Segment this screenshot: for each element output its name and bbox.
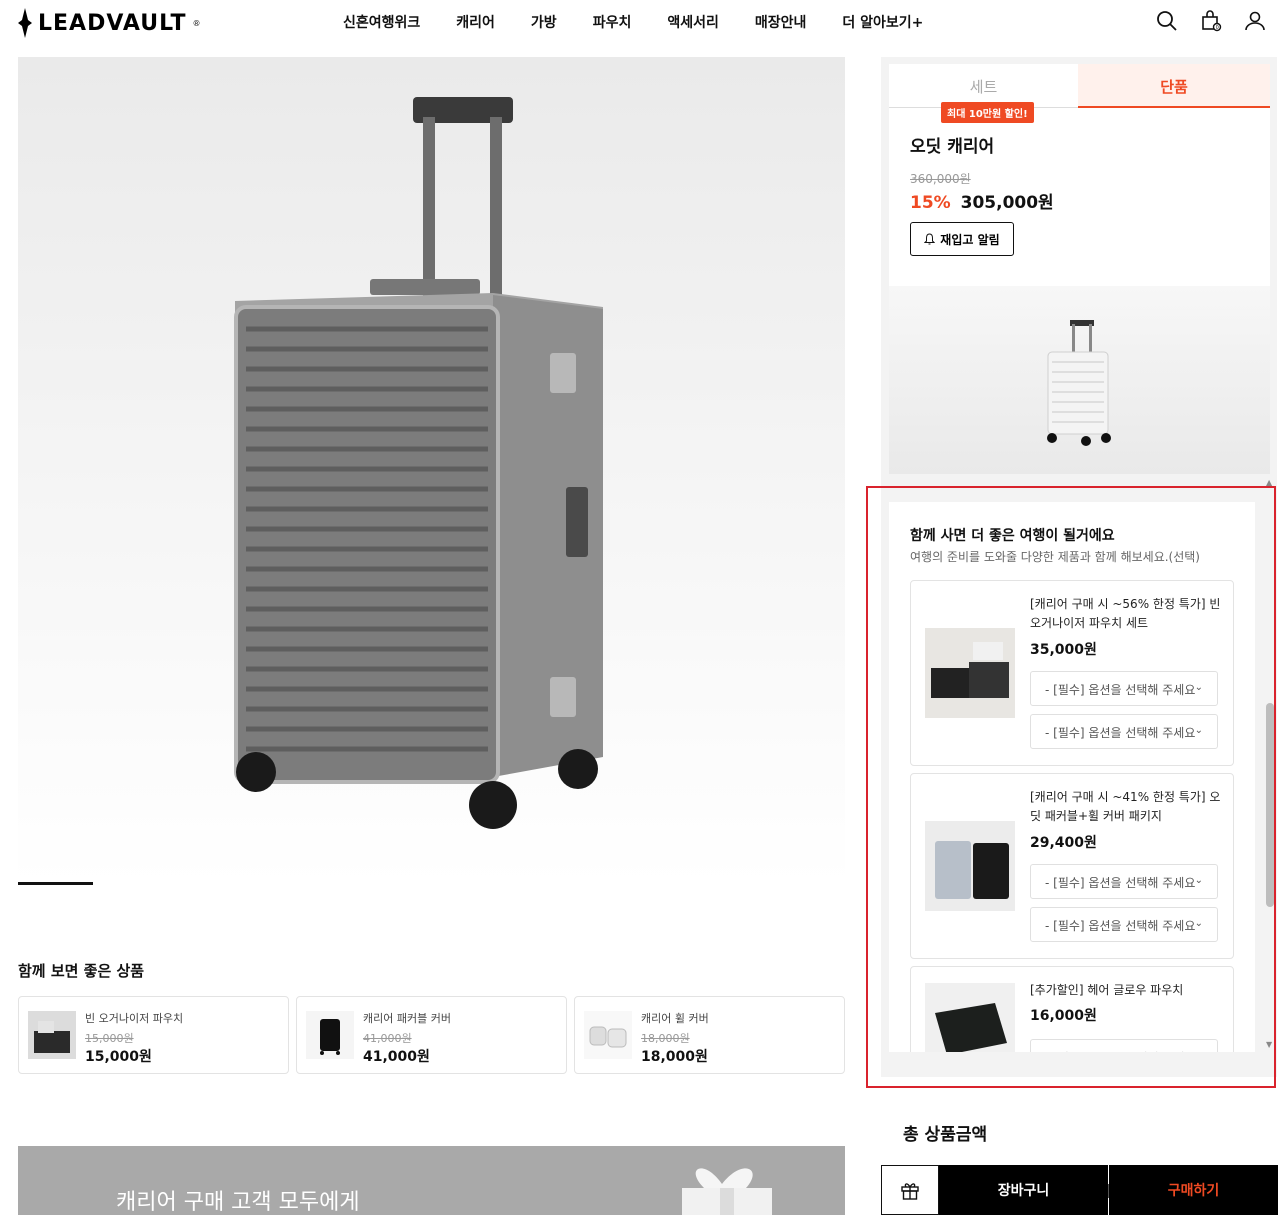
highlight-outline <box>866 486 1276 1088</box>
product-title: 오딧 캐리어 <box>910 137 995 157</box>
price-row: 15% 305,000원 <box>910 188 1054 213</box>
main-nav: 신혼여행위크 캐리어 가방 파우치 액세서리 매장안내 더 알아보기+ <box>343 12 959 32</box>
nav-item-more[interactable]: 더 알아보기+ <box>842 12 923 32</box>
discount-rate: 15% <box>910 193 951 213</box>
add-to-cart-button[interactable]: 장바구니 <box>939 1165 1108 1215</box>
sale-price: 18,000원 <box>641 1049 708 1065</box>
product-name: 캐리어 휠 커버 <box>641 1012 709 1025</box>
nav-item-honeymoon[interactable]: 신혼여행위크 <box>343 12 420 32</box>
tab-single[interactable]: 단품 <box>1078 64 1270 108</box>
header-icons: 0 <box>1156 10 1266 32</box>
nav-item-carrier[interactable]: 캐리어 <box>456 12 495 32</box>
cart-icon[interactable]: 0 <box>1200 10 1222 32</box>
related-product-card[interactable]: 빈 오거나이저 파우치 15,000원 15,000원 <box>18 996 289 1074</box>
gift-button[interactable] <box>881 1165 939 1215</box>
related-products-title: 함께 보면 좋은 상품 <box>18 962 145 980</box>
gift-icon <box>901 1183 919 1200</box>
product-name: 캐리어 패커블 커버 <box>363 1012 451 1025</box>
site-header: LEADVAULT ® 신혼여행위크 캐리어 가방 파우치 액세서리 매장안내 … <box>0 0 1278 44</box>
bell-icon <box>924 233 936 245</box>
gift-box-icon <box>682 1168 772 1215</box>
purchase-bar: 장바구니 구매하기 <box>881 1165 1278 1215</box>
promo-badge: 최대 10만원 할인! <box>941 102 1034 123</box>
nav-item-accessory[interactable]: 액세서리 <box>667 12 719 32</box>
suitcase-image <box>234 97 603 829</box>
nav-item-store[interactable]: 매장안내 <box>755 12 807 32</box>
logo[interactable]: LEADVAULT ® <box>18 8 200 38</box>
product-name: 빈 오거나이저 파우치 <box>85 1012 184 1025</box>
product-thumbnail <box>28 1011 76 1059</box>
total-price-label: 총 상품금액 <box>903 1125 988 1145</box>
original-price: 41,000원 <box>363 1032 412 1045</box>
promo-banner[interactable]: 캐리어 구매 고객 모두에게 <box>18 1146 845 1215</box>
restock-label: 재입고 알림 <box>940 232 1000 247</box>
product-info: 오딧 캐리어 360,000원 15% 305,000원 재입고 알림 <box>889 108 1270 286</box>
original-price: 15,000원 <box>85 1032 134 1045</box>
related-product-card[interactable]: 캐리어 휠 커버 18,000원 18,000원 <box>574 996 845 1074</box>
nav-item-bag[interactable]: 가방 <box>531 12 557 32</box>
product-thumbnail <box>306 1011 354 1059</box>
user-icon[interactable] <box>1244 10 1266 32</box>
sale-price: 15,000원 <box>85 1049 152 1065</box>
logo-text: LEADVAULT <box>38 10 187 36</box>
logo-mark-icon <box>18 8 32 38</box>
restock-alert-button[interactable]: 재입고 알림 <box>910 222 1014 256</box>
original-price: 360,000원 <box>910 172 971 186</box>
white-suitcase-thumbnail <box>1047 320 1111 446</box>
product-main-image[interactable] <box>18 57 845 885</box>
product-thumbnail <box>584 1011 632 1059</box>
sale-price: 41,000원 <box>363 1049 430 1065</box>
banner-text: 캐리어 구매 고객 모두에게 <box>116 1190 360 1215</box>
logo-registered: ® <box>192 18 201 28</box>
image-slider-progress[interactable] <box>18 882 93 885</box>
buy-now-button[interactable]: 구매하기 <box>1109 1165 1278 1215</box>
nav-item-pouch[interactable]: 파우치 <box>593 12 632 32</box>
sale-price: 305,000원 <box>960 193 1054 213</box>
svg-text:0: 0 <box>1216 25 1219 31</box>
color-option[interactable] <box>889 286 1270 474</box>
search-icon[interactable] <box>1156 10 1178 32</box>
original-price: 18,000원 <box>641 1032 690 1045</box>
related-product-card[interactable]: 캐리어 패커블 커버 41,000원 41,000원 <box>296 996 567 1074</box>
